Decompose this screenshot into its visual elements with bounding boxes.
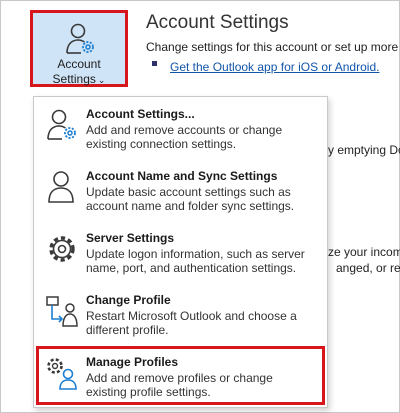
background-text-fragment: anged, or rem bbox=[336, 261, 400, 275]
menu-item-description: different profile. bbox=[86, 323, 169, 337]
user-icon bbox=[48, 171, 74, 203]
background-text-fragment: ze your incom bbox=[328, 245, 400, 259]
account-button-label-text: Settings bbox=[52, 72, 96, 86]
bullet-icon bbox=[152, 61, 157, 66]
menu-item-description: existing connection settings. bbox=[86, 137, 237, 151]
menu-item-title: Account Name and Sync Settings bbox=[86, 169, 278, 183]
switch-profile-icon bbox=[46, 296, 78, 327]
menu-item-title: Account Settings... bbox=[86, 107, 195, 121]
user-gear-icon bbox=[66, 23, 94, 54]
page-description: Change settings for this account or set … bbox=[146, 40, 399, 54]
menu-item-manage-profiles[interactable]: Manage Profiles Add and remove profiles … bbox=[34, 347, 327, 407]
background-text-fragment: y emptying Do bbox=[328, 143, 400, 157]
menu-item-account-name-sync[interactable]: Account Name and Sync Settings Update ba… bbox=[34, 161, 327, 221]
menu-item-description: existing profile settings. bbox=[86, 385, 211, 399]
account-button-label-line1: Account bbox=[57, 57, 101, 71]
menu-item-change-profile[interactable]: Change Profile Restart Microsoft Outlook… bbox=[34, 285, 327, 345]
menu-item-title: Manage Profiles bbox=[86, 355, 179, 369]
menu-item-description: Add and remove accounts or change bbox=[86, 123, 283, 137]
menu-item-title: Change Profile bbox=[86, 293, 171, 307]
menu-item-description: name, port, and authentication settings. bbox=[86, 261, 297, 275]
menu-item-description: account name and folder sync settings. bbox=[86, 199, 295, 213]
gear-user-icon bbox=[47, 358, 77, 390]
menu-item-description: Update logon information, such as server bbox=[86, 247, 305, 261]
menu-item-description: Add and remove profiles or change bbox=[86, 371, 273, 385]
menu-item-account-settings[interactable]: Account Settings... Add and remove accou… bbox=[34, 99, 327, 159]
menu-item-server-settings[interactable]: Server Settings Update logon information… bbox=[34, 223, 327, 283]
account-button-label-line2: Settings ⌄ bbox=[33, 72, 125, 86]
outlook-app-link[interactable]: Get the Outlook app for iOS or Android. bbox=[170, 60, 379, 74]
gear-icon bbox=[49, 236, 75, 262]
account-settings-menu: Account Settings... Add and remove accou… bbox=[33, 96, 328, 408]
user-gear-icon bbox=[47, 109, 76, 140]
account-settings-button[interactable]: Account Settings ⌄ bbox=[30, 10, 128, 87]
menu-item-description: Update basic account settings such as bbox=[86, 185, 291, 199]
menu-item-title: Server Settings bbox=[86, 231, 175, 245]
menu-item-description: Restart Microsoft Outlook and choose a bbox=[86, 309, 297, 323]
page-title: Account Settings bbox=[146, 12, 289, 33]
chevron-down-icon: ⌄ bbox=[97, 75, 106, 85]
